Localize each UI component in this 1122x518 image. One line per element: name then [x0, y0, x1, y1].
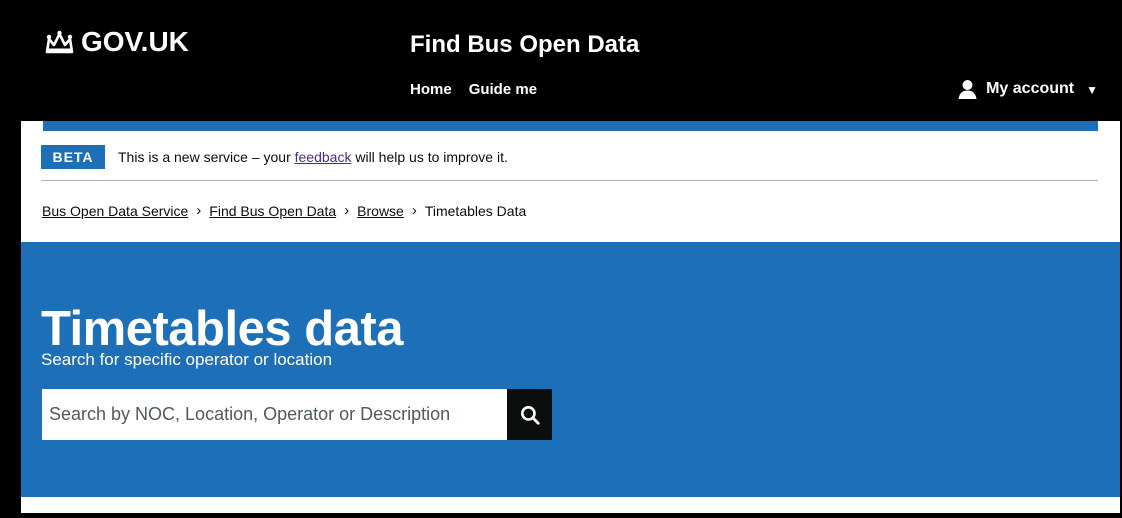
beta-tag: BETA — [41, 145, 105, 169]
content-area-top — [21, 497, 1120, 513]
breadcrumb-browse[interactable]: Browse — [357, 204, 404, 218]
header-blue-band — [43, 121, 1098, 131]
page-title: Timetables data — [41, 301, 403, 356]
caret-down-icon: ▼ — [1086, 83, 1098, 97]
phase-text-after: will help us to improve it. — [351, 149, 508, 165]
page-frame: GOV.UK Find Bus Open Data Home Guide me … — [0, 0, 1122, 518]
outer-left-border — [0, 0, 21, 518]
outer-bottom-border — [0, 513, 1122, 518]
search-icon — [520, 405, 540, 425]
phase-banner: BETA This is a new service – your feedba… — [41, 143, 1098, 181]
breadcrumb-separator-icon: › — [344, 202, 350, 219]
my-account-label: My account — [986, 80, 1075, 97]
phase-text-before: This is a new service – your — [118, 149, 295, 165]
nav-guide-me-link[interactable]: Guide me — [469, 82, 537, 97]
search-form — [42, 389, 552, 440]
site-header: GOV.UK Find Bus Open Data Home Guide me … — [21, 0, 1120, 121]
user-icon — [958, 80, 977, 99]
breadcrumb-current-page: Timetables Data — [424, 202, 527, 219]
primary-navigation: Home Guide me — [410, 82, 537, 97]
phase-banner-text: This is a new service – your feedback wi… — [118, 150, 508, 164]
search-label: Search for specific operator or location — [41, 350, 333, 369]
govuk-logo-link[interactable]: GOV.UK — [44, 28, 189, 56]
logo-text: GOV.UK — [81, 26, 189, 57]
feedback-link[interactable]: feedback — [295, 149, 352, 165]
search-button[interactable] — [507, 389, 552, 440]
breadcrumb: Bus Open Data Service › Find Bus Open Da… — [42, 203, 526, 218]
breadcrumb-separator-icon: › — [196, 202, 202, 219]
my-account-menu[interactable]: My account ▼ — [957, 79, 1098, 99]
search-input[interactable] — [42, 389, 507, 440]
crown-icon — [45, 30, 74, 53]
breadcrumb-bus-open-data-service[interactable]: Bus Open Data Service — [42, 204, 188, 218]
timetables-search-panel: Timetables data Search for specific oper… — [21, 242, 1120, 497]
nav-home-link[interactable]: Home — [410, 82, 452, 97]
breadcrumb-separator-icon: › — [411, 202, 417, 219]
service-name[interactable]: Find Bus Open Data — [410, 33, 639, 57]
breadcrumb-find-bus-open-data[interactable]: Find Bus Open Data — [209, 204, 336, 218]
